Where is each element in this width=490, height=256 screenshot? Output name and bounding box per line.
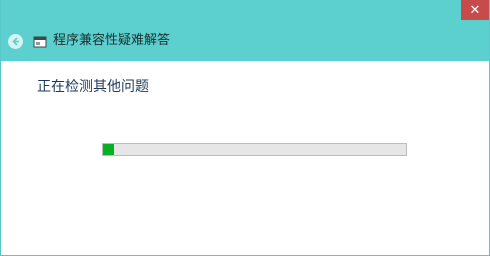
troubleshooter-window: ✕ 程序兼容性疑难解答 正在检测其他问题: [0, 0, 490, 256]
window-title: 程序兼容性疑难解答: [53, 33, 171, 48]
progress-bar: [102, 143, 407, 156]
status-text: 正在检测其他问题: [37, 79, 149, 95]
back-arrow-icon: [12, 37, 19, 46]
progress-fill: [103, 144, 114, 155]
troubleshooter-icon: [33, 35, 47, 49]
back-button[interactable]: [8, 34, 23, 49]
title-bar: ✕ 程序兼容性疑难解答: [1, 0, 489, 61]
close-button[interactable]: ✕: [461, 0, 489, 20]
close-icon: ✕: [469, 2, 481, 18]
